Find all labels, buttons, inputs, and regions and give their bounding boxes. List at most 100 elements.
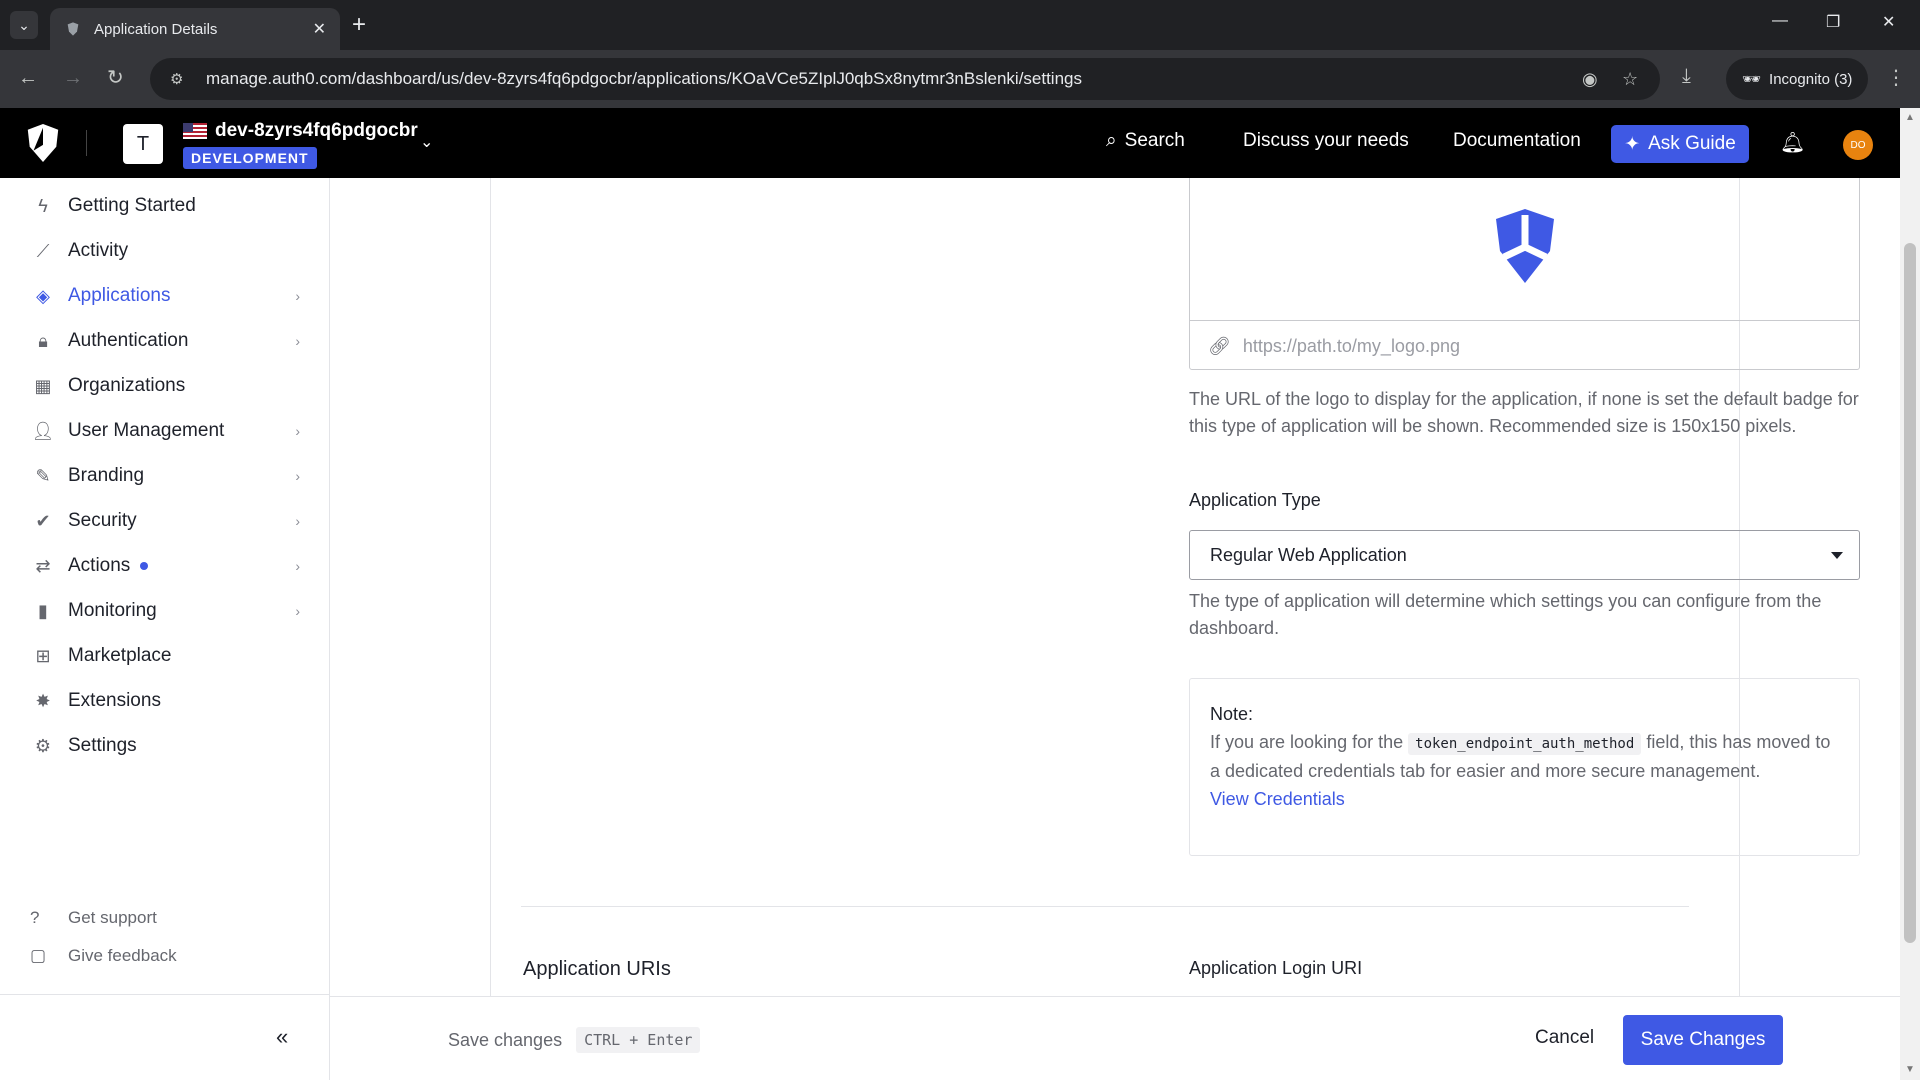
scrollbar-thumb[interactable] [1904,243,1916,943]
sidebar-item-branding[interactable]: ✎ Branding › [30,458,300,494]
search-button[interactable]: ⌕ Search [1106,130,1185,152]
search-label: Search [1124,130,1185,151]
close-window-icon[interactable]: ✕ [1882,12,1895,32]
save-hint: Save changes CTRL + Enter [448,1027,701,1053]
tab-title: Application Details [94,20,218,38]
save-hint-label: Save changes [448,1029,563,1050]
note-title: Note: [1210,704,1254,724]
view-credentials-link[interactable]: View Credentials [1210,786,1839,814]
eye-off-icon[interactable]: ◉ [1582,58,1598,100]
sidebar-item-applications[interactable]: ◈ Applications › [30,278,300,314]
browser-toolbar: ← → ↻ ⚙ manage.auth0.com/dashboard/us/de… [0,50,1920,108]
documentation-link[interactable]: Documentation [1453,130,1581,152]
incognito-indicator[interactable]: 🕶 Incognito (3) [1726,58,1869,100]
new-indicator-dot [140,562,149,570]
scroll-down-icon[interactable]: ▼ [1905,1064,1915,1075]
default-app-logo-icon [1495,208,1554,283]
sidebar-item-label: Settings [68,735,137,756]
sidebar-item-marketplace[interactable]: ⊞ Marketplace [30,638,300,674]
save-bar: Save changes CTRL + Enter Cancel Save Ch… [330,996,1900,1080]
incognito-icon: 🕶 [1742,71,1762,88]
logo-help-text: The URL of the logo to display for the a… [1189,389,1859,436]
sidebar-item-organizations[interactable]: ▦ Organizations [30,368,300,404]
building-icon: ▦ [34,375,52,396]
ask-guide-button[interactable]: ✦ Ask Guide [1611,125,1749,163]
note-text: If you are looking for the token_endpoin… [1210,729,1839,786]
url-text: manage.auth0.com/dashboard/us/dev-8zyrs4… [206,69,1082,88]
header-divider [86,130,87,156]
chevron-right-icon: › [295,603,300,619]
back-icon[interactable]: ← [18,66,38,90]
discuss-needs-link[interactable]: Discuss your needs [1243,130,1409,152]
search-icon: ⌕ [1106,130,1117,151]
new-tab-button[interactable]: + [352,12,366,38]
ask-guide-label: Ask Guide [1648,133,1736,154]
layers-icon: ◈ [36,285,50,306]
bolt-icon: ϟ [38,195,48,216]
site-info-icon[interactable]: ⚙ [170,70,192,88]
page-scrollbar[interactable]: ▲ ▼ [1900,108,1920,1080]
scroll-up-icon[interactable]: ▲ [1905,112,1915,123]
chevron-right-icon: › [295,558,300,574]
sidebar: ϟ Getting Started ⟋ Activity ◈ Applicati… [0,178,330,1080]
shield-check-icon: ✔ [35,510,51,531]
sidebar-item-monitoring[interactable]: ▮ Monitoring › [30,593,300,629]
sidebar-item-extensions[interactable]: ✸ Extensions [30,683,300,719]
chevron-down-icon[interactable]: ⌄ [420,132,433,152]
sidebar-item-settings[interactable]: ⚙ Settings [30,728,300,764]
tab-search-button[interactable]: ⌄ [10,11,38,39]
login-uri-label: Application Login URI [1189,958,1363,978]
app-type-select[interactable]: Regular Web Application [1189,530,1860,580]
section-divider [521,906,1689,907]
bookmark-star-icon[interactable]: ☆ [1622,58,1638,100]
minimize-icon[interactable]: — [1772,12,1788,30]
chevron-right-icon: › [295,423,300,439]
bar-chart-icon: ▮ [38,600,48,621]
tab-close-icon[interactable]: ✕ [313,19,326,39]
actions-icon: ⇄ [35,555,51,576]
grid-plus-icon: ⊞ [35,645,51,666]
sidebar-item-actions[interactable]: ⇄ Actions › [30,548,300,584]
tenant-name: dev-8zyrs4fq6pdgocbr [215,120,418,141]
download-icon[interactable]: ⤓ [1682,64,1691,88]
reload-icon[interactable]: ↻ [107,66,124,90]
notifications-bell-icon[interactable]: 🔔︎ [1780,130,1805,155]
sidebar-item-label: Getting Started [68,195,196,216]
give-feedback-link[interactable]: ▢ Give feedback [30,941,177,971]
sidebar-item-authentication[interactable]: 🔒︎ Authentication › [30,323,300,359]
chevron-right-icon: › [295,513,300,529]
app-header: T dev-8zyrs4fq6pdgocbr DEVELOPMENT ⌄ ⌕ Se… [0,108,1900,178]
user-avatar[interactable]: DO [1843,130,1873,160]
settings-panel: 🔗︎ https://path.to/my_logo.png The URL o… [490,178,1860,996]
note-text-before: If you are looking for the [1210,731,1404,752]
get-support-link[interactable]: ? Get support [30,903,157,933]
sidebar-item-label: Organizations [68,375,186,396]
sidebar-item-user-management[interactable]: 👤︎ User Management › [30,413,300,449]
sidebar-item-security[interactable]: ✔ Security › [30,503,300,539]
tenant-avatar[interactable]: T [123,124,163,164]
app-type-label: Application Type [1189,490,1321,510]
auth0-logo-icon[interactable] [24,122,62,164]
cancel-button[interactable]: Cancel [1535,1027,1594,1049]
sidebar-item-label: Monitoring [68,600,157,621]
save-changes-button[interactable]: Save Changes [1623,1015,1783,1065]
logo-url-input[interactable]: 🔗︎ https://path.to/my_logo.png [1190,321,1859,371]
users-icon: 👤︎ [31,420,55,441]
pen-icon: ✎ [35,465,51,486]
gear-icon: ⚙ [34,735,52,756]
chart-line-icon: ⟋ [36,240,50,261]
sidebar-divider [0,994,330,995]
sidebar-item-label: Authentication [68,330,189,351]
feedback-icon: ▢ [30,946,47,965]
browser-menu-icon[interactable]: ⋮ [1886,66,1906,90]
us-flag-icon [183,123,207,139]
browser-tab[interactable]: Application Details ✕ [50,8,340,50]
restore-icon[interactable]: ❐ [1826,12,1840,32]
collapse-sidebar-icon[interactable]: « [276,1024,288,1050]
sidebar-item-getting-started[interactable]: ϟ Getting Started [30,188,300,224]
help-circle-icon: ? [30,908,40,927]
tenant-selector[interactable]: dev-8zyrs4fq6pdgocbr [183,120,418,142]
address-bar[interactable]: ⚙ manage.auth0.com/dashboard/us/dev-8zyr… [150,58,1660,100]
sidebar-item-activity[interactable]: ⟋ Activity [30,233,300,269]
forward-icon[interactable]: → [63,66,83,90]
